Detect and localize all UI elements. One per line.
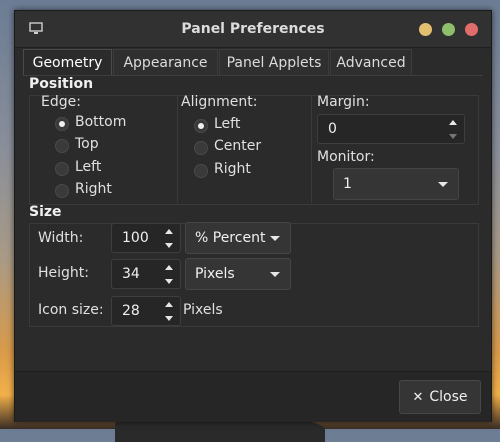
edge-right-label[interactable]: Right [75, 181, 112, 197]
maximize-button[interactable] [442, 23, 455, 36]
edge-top-radio[interactable] [55, 139, 69, 153]
margin-spinner[interactable]: 0 [317, 114, 465, 144]
tab-appearance[interactable]: Appearance [113, 49, 218, 76]
edge-bottom-radio[interactable] [55, 117, 69, 131]
width-decrement-icon[interactable] [165, 243, 173, 248]
margin-decrement-icon[interactable] [449, 134, 457, 139]
tab-geometry[interactable]: Geometry [23, 49, 112, 76]
margin-value[interactable]: 0 [328, 115, 337, 143]
position-divider-1 [177, 95, 178, 203]
close-icon: ✕ [412, 390, 424, 405]
width-label: Width: [38, 230, 84, 246]
height-label: Height: [38, 265, 89, 281]
width-increment-icon[interactable] [165, 229, 173, 234]
tab-panel-applets[interactable]: Panel Applets [219, 49, 329, 76]
margin-increment-icon[interactable] [449, 120, 457, 125]
height-unit-dropdown[interactable]: Pixels [185, 258, 291, 290]
height-value[interactable]: 34 [122, 260, 140, 288]
monitor-dropdown[interactable]: 1 [333, 168, 459, 200]
alignment-center-radio[interactable] [194, 141, 208, 155]
size-section-title: Size [29, 204, 62, 220]
height-decrement-icon[interactable] [165, 279, 173, 284]
width-unit-dropdown[interactable]: % Percent [185, 222, 291, 254]
alignment-right-label[interactable]: Right [214, 161, 251, 177]
chevron-down-icon [438, 182, 448, 187]
height-increment-icon[interactable] [165, 265, 173, 270]
edge-bottom-label[interactable]: Bottom [75, 114, 126, 130]
icon-size-unit: Pixels [183, 302, 223, 318]
margin-label: Margin: [317, 94, 370, 110]
icon-size-increment-icon[interactable] [165, 302, 173, 307]
width-value[interactable]: 100 [122, 224, 149, 252]
title-bar[interactable]: Panel Preferences [15, 11, 491, 48]
icon-size-decrement-icon[interactable] [165, 316, 173, 321]
alignment-center-label[interactable]: Center [214, 138, 261, 154]
edge-top-label[interactable]: Top [75, 136, 99, 152]
monitor-value[interactable]: 1 [343, 169, 352, 199]
alignment-left-label[interactable]: Left [214, 116, 240, 132]
width-spinner[interactable]: 100 [111, 223, 181, 253]
panel-preferences-dialog: Panel Preferences Geometry Appearance Pa… [14, 10, 492, 422]
alignment-label: Alignment: [181, 94, 258, 110]
height-spinner[interactable]: 34 [111, 259, 181, 289]
dialog-footer: ✕ Close [15, 371, 491, 422]
width-unit-value[interactable]: % Percent [195, 223, 265, 253]
height-unit-value[interactable]: Pixels [195, 259, 235, 289]
tab-advanced[interactable]: Advanced [330, 49, 412, 76]
icon-size-value[interactable]: 28 [122, 297, 140, 325]
alignment-right-radio[interactable] [194, 164, 208, 178]
chevron-down-icon [270, 236, 280, 241]
edge-label: Edge: [41, 94, 81, 110]
minimize-button[interactable] [419, 23, 432, 36]
edge-left-label[interactable]: Left [75, 159, 101, 175]
chevron-down-icon [270, 272, 280, 277]
close-button[interactable]: ✕ Close [399, 380, 481, 414]
alignment-left-radio[interactable] [194, 119, 208, 133]
position-divider-2 [311, 95, 312, 203]
edge-left-radio[interactable] [55, 162, 69, 176]
monitor-label: Monitor: [317, 149, 375, 165]
position-section-title: Position [29, 76, 94, 92]
edge-right-radio[interactable] [55, 184, 69, 198]
window-close-button[interactable] [465, 23, 478, 36]
close-button-label: Close [429, 389, 468, 405]
icon-size-label: Icon size: [38, 302, 104, 318]
icon-size-spinner[interactable]: 28 [111, 296, 181, 326]
